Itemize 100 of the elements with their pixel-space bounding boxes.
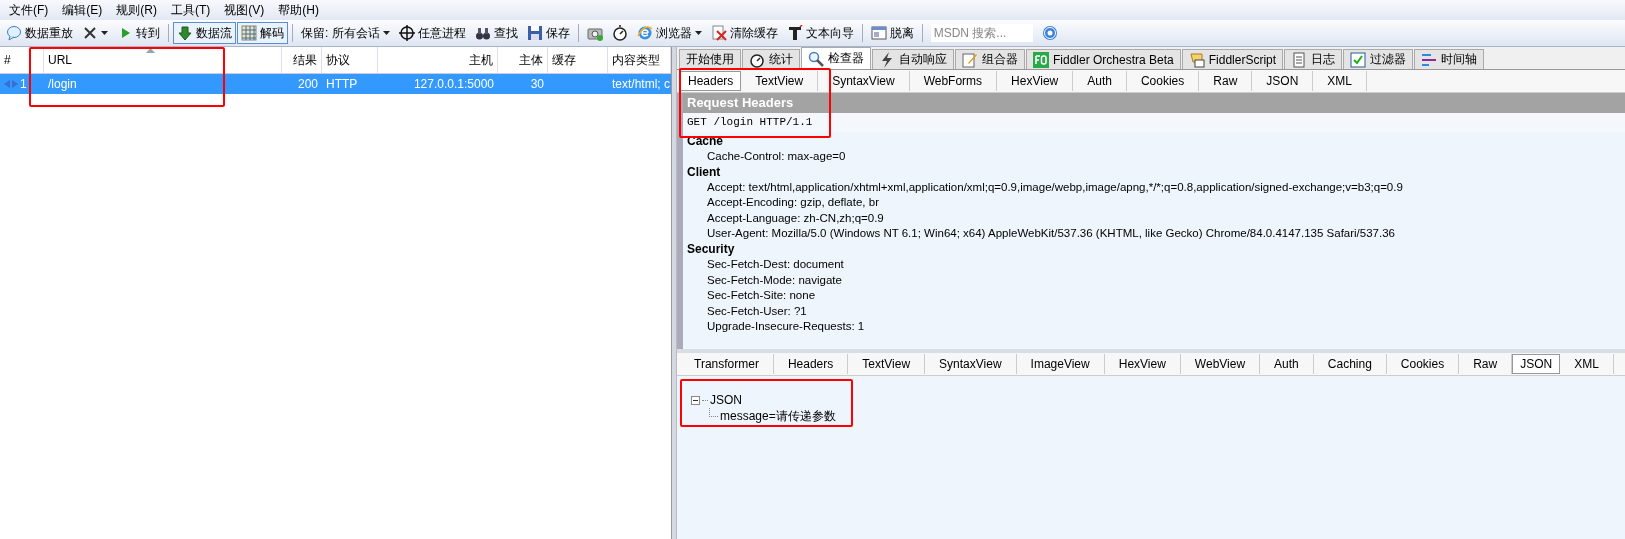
tab[interactable]: Cookies xyxy=(1126,71,1200,91)
column-header[interactable]: 主机 xyxy=(469,51,493,69)
toolbar-button[interactable]: 查找 xyxy=(470,22,522,44)
tab[interactable]: Raw xyxy=(1199,71,1253,91)
caret-icon xyxy=(101,31,108,35)
tab[interactable]: 组合器 xyxy=(955,49,1025,69)
column-header[interactable]: URL xyxy=(48,53,72,67)
toolbar-button[interactable]: 保存 xyxy=(522,22,574,44)
toolbar-button[interactable]: 转到 xyxy=(113,22,164,44)
toolbar-button[interactable]: 数据流 xyxy=(173,22,236,44)
checkbox-icon xyxy=(1350,51,1367,68)
menu-item[interactable]: 规则(R) xyxy=(111,1,162,19)
tab[interactable]: Auth xyxy=(1260,354,1314,374)
header-line: Accept: text/html,application/xhtml+xml,application/xml;q=0.9,image/webp,image/apng,*/*;q=0.8,application/signed-exchange;v=b3;q=0.9 xyxy=(706,179,1404,195)
crosshair-icon xyxy=(398,25,415,41)
column-header[interactable]: 主体 xyxy=(519,51,543,69)
table-cell: 127.0.0.1:5000 xyxy=(413,77,494,91)
header-line: Sec-Fetch-Dest: document xyxy=(706,256,845,272)
toolbar-button[interactable]: 清除缓存 xyxy=(706,22,782,44)
tab[interactable]: Transformer xyxy=(680,354,774,374)
tab[interactable]: TextView xyxy=(741,71,819,91)
tab[interactable]: TextView xyxy=(848,354,926,374)
tree-node[interactable]: message=请传递参数 xyxy=(720,407,836,425)
menu-item[interactable]: 文件(F) xyxy=(4,1,54,19)
caret-icon xyxy=(694,31,702,35)
tab[interactable]: 过滤器 xyxy=(1343,49,1414,69)
tab[interactable]: 开始使用 xyxy=(679,49,741,69)
tab[interactable]: 检查器 xyxy=(801,47,871,69)
page-cross-icon xyxy=(710,25,727,41)
dropdown-button[interactable]: 浏览器 xyxy=(632,22,706,44)
menu-item[interactable]: 视图(V) xyxy=(219,1,270,19)
header-line: Sec-Fetch-Mode: navigate xyxy=(706,272,843,288)
toolbar-button[interactable]: 数据重放 xyxy=(2,22,77,44)
menu-item[interactable]: 工具(T) xyxy=(166,1,216,19)
column-header[interactable]: 内容类型 xyxy=(612,51,660,69)
stopwatch-icon xyxy=(611,25,628,41)
tab[interactable]: HexView xyxy=(1104,354,1181,374)
document-icon xyxy=(1291,51,1308,68)
tab[interactable]: 日志 xyxy=(1284,49,1343,69)
tab[interactable]: JSON xyxy=(1512,354,1561,374)
tab[interactable]: XML xyxy=(1560,354,1614,374)
header-line: Sec-Fetch-Site: none xyxy=(706,288,817,304)
group-heading: Security xyxy=(687,241,736,257)
fo-badge-icon xyxy=(1033,51,1049,68)
tab[interactable]: 统计 xyxy=(742,49,800,69)
globe-e-icon xyxy=(636,25,653,41)
column-header[interactable]: # xyxy=(4,53,11,67)
speech-bubble-icon xyxy=(6,25,22,41)
stopwatch-icon xyxy=(749,51,765,68)
tab[interactable]: WebForms xyxy=(909,71,998,91)
text-t-icon xyxy=(786,25,803,41)
timeline-icon xyxy=(1421,51,1438,68)
tree-node[interactable]: JSON xyxy=(710,393,742,407)
table-cell: 200 xyxy=(297,77,318,91)
header-line: User-Agent: Mozilla/5.0 (Windows NT 6.1; Win64; x64) AppleWebKit/537.36 (KHTML, like Gecko) Chrome/84.0.4147.135 Safari/537.36 xyxy=(706,226,1396,242)
tab[interactable]: JSON xyxy=(1252,71,1314,91)
group-heading: Client xyxy=(687,164,722,180)
tab[interactable]: Headers xyxy=(773,354,849,374)
tab[interactable]: XML xyxy=(1313,71,1367,91)
table-cell: 30 xyxy=(530,77,544,91)
menu-item[interactable]: 编辑(E) xyxy=(57,1,108,19)
menu-item[interactable]: 帮助(H) xyxy=(273,1,324,19)
section-header: Request Headers xyxy=(683,93,1625,113)
header-line: Accept-Language: zh-CN,zh;q=0.9 xyxy=(706,210,885,226)
toolbar-button[interactable]: 文本向导 xyxy=(782,22,858,44)
tab[interactable]: Fiddler Orchestra Beta xyxy=(1026,49,1181,69)
table-cell: 1 xyxy=(20,77,27,91)
tab[interactable]: SyntaxView xyxy=(925,354,1017,374)
column-header[interactable]: 缓存 xyxy=(552,51,576,69)
tab[interactable]: Headers xyxy=(680,71,742,91)
column-header[interactable]: 结果 xyxy=(293,51,317,69)
toolbar-button[interactable]: 解码 xyxy=(237,22,288,44)
down-arrow-icon xyxy=(177,25,193,41)
tab[interactable]: Auth xyxy=(1073,71,1127,91)
tab[interactable]: ImageView xyxy=(1016,354,1105,374)
toolbar-button[interactable]: 脱离 xyxy=(866,22,918,44)
tab[interactable]: Cookies xyxy=(1386,354,1460,374)
sort-arrow-icon xyxy=(146,48,155,53)
tab[interactable]: Caching xyxy=(1313,354,1387,374)
table-cell: HTTP xyxy=(326,77,358,91)
pencil-note-icon xyxy=(962,51,978,68)
toolbar-button[interactable]: 任意进程 xyxy=(394,22,470,44)
magnifier-icon xyxy=(808,50,824,67)
search-field[interactable]: MSDN 搜索... xyxy=(930,24,1033,42)
dropdown-button[interactable]: 保留: 所有会话 xyxy=(297,22,394,44)
window-icon xyxy=(870,25,887,41)
tab[interactable]: SyntaxView xyxy=(818,71,910,91)
tab[interactable]: WebView xyxy=(1180,354,1261,374)
tab[interactable]: 自动响应 xyxy=(872,49,954,69)
tab[interactable]: 时间轴 xyxy=(1414,49,1485,69)
header-line: Upgrade-Insecure-Requests: 1 xyxy=(706,319,866,335)
header-line: Sec-Fetch-User: ?1 xyxy=(706,303,808,319)
lightning-icon xyxy=(879,51,895,68)
binoculars-icon xyxy=(474,25,491,41)
column-header[interactable]: 协议 xyxy=(326,51,350,69)
tab[interactable]: HexView xyxy=(997,71,1074,91)
header-line: Accept-Encoding: gzip, deflate, br xyxy=(706,195,880,211)
tab[interactable]: FiddlerScript xyxy=(1181,49,1284,69)
arrows-icon xyxy=(4,80,18,88)
header-line: Cache-Control: max-age=0 xyxy=(706,149,847,164)
